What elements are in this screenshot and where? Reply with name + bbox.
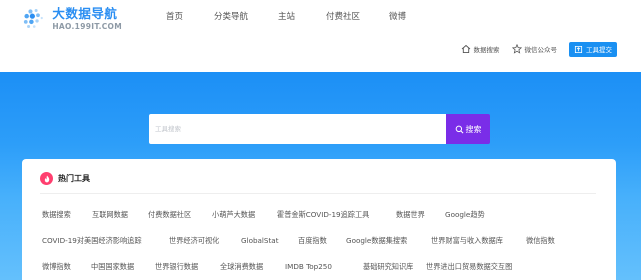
search-button-label: 搜索 <box>465 124 482 134</box>
tool-link[interactable]: 全球消费数据 <box>220 262 263 272</box>
wechat-label: 微信公众号 <box>524 46 558 54</box>
tool-link[interactable]: 中国国家数据 <box>91 262 134 272</box>
wechat-link[interactable]: 微信公众号 <box>511 44 558 54</box>
tool-link[interactable]: 微博指数 <box>42 262 71 272</box>
tool-link[interactable]: COVID-19对美国经济影响追踪 <box>42 236 142 246</box>
logo-subtitle: HAO.199IT.COM <box>52 21 122 31</box>
hot-tools-header: 热门工具 <box>40 172 90 185</box>
card-divider <box>40 193 596 194</box>
submit-tool-label: 工具提交 <box>586 46 612 54</box>
tool-link[interactable]: 世界经济可视化 <box>169 236 219 246</box>
submit-tool-button[interactable]: 工具提交 <box>569 41 617 57</box>
header-actions: 数据搜索 微信公众号 工具提交 <box>449 41 617 57</box>
tool-link[interactable]: GlobalStat <box>241 236 279 245</box>
tool-link[interactable]: 微信指数 <box>526 236 555 246</box>
tool-link[interactable]: 付费数据社区 <box>148 210 191 220</box>
home-icon <box>461 44 470 54</box>
tool-link[interactable]: 世界银行数据 <box>155 262 198 272</box>
tool-link[interactable]: Google趋势 <box>445 210 485 220</box>
tool-link[interactable]: 世界进出口贸易数据交互图 <box>426 262 512 272</box>
data-search-label: 数据搜索 <box>473 46 500 54</box>
search-input[interactable] <box>149 114 446 144</box>
upload-icon <box>574 45 583 53</box>
data-search-link[interactable]: 数据搜索 <box>461 44 500 54</box>
tool-link[interactable]: 互联网数据 <box>92 210 128 220</box>
tool-link[interactable]: 小萌芦大数据 <box>212 210 255 220</box>
nav-item-categories[interactable]: 分类导航 <box>214 10 248 22</box>
tool-link[interactable]: 霍普金斯COVID-19追踪工具 <box>277 210 369 220</box>
tool-link[interactable]: 基础研究知识库 <box>363 262 413 272</box>
tool-link[interactable]: 百度指数 <box>298 236 327 246</box>
hot-tools-card: 热门工具 数据搜索 互联网数据 付费数据社区 小萌芦大数据 霍普金斯COVID-… <box>22 159 616 280</box>
search-box <box>149 114 446 144</box>
nav-item-main-site[interactable]: 主站 <box>278 10 295 22</box>
nav-item-paid-community[interactable]: 付费社区 <box>326 10 360 22</box>
nav-item-home[interactable]: 首页 <box>166 10 183 22</box>
nav-item-weibo[interactable]: 微博 <box>389 10 406 22</box>
tool-link[interactable]: IMDB Top250 <box>285 262 332 271</box>
tool-link[interactable]: Google数据集搜索 <box>346 236 407 246</box>
tool-link[interactable]: 世界财富与收入数据库 <box>431 236 503 246</box>
site-header: 大数据导航 HAO.199IT.COM 首页 分类导航 主站 付费社区 微博 数… <box>0 0 641 72</box>
star-icon <box>511 44 522 54</box>
tool-link[interactable]: 数据世界 <box>396 210 425 220</box>
hot-tools-title: 热门工具 <box>58 174 90 183</box>
tool-link[interactable]: 数据搜索 <box>42 210 71 220</box>
fire-icon <box>40 172 53 185</box>
search-icon <box>455 125 463 133</box>
main-nav: 首页 分类导航 主站 付费社区 微博 <box>0 10 641 22</box>
search-button[interactable]: 搜索 <box>446 114 490 144</box>
